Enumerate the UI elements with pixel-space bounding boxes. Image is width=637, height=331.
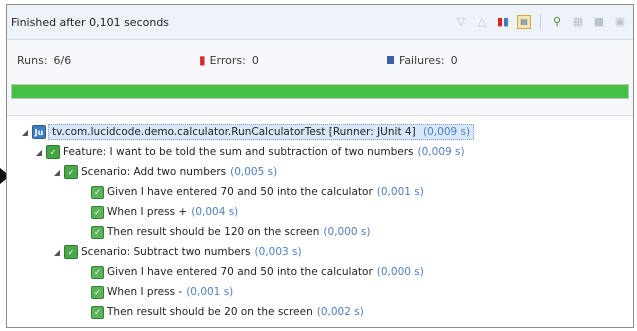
scenario-list: ◢ ✓ Scenario: Add two numbers (0,005 s) ✓ Giv… [7, 162, 633, 322]
collapse-toggle-icon[interactable]: ◢ [53, 168, 61, 177]
search-icon[interactable]: ⚲ [550, 15, 564, 29]
passed-scenario-icon: ✓ [64, 165, 78, 179]
progress-area [7, 80, 633, 99]
test-suite-icon: Ju [32, 125, 46, 139]
suite-time: (0,009 s) [423, 126, 471, 138]
passed-scenario-icon: ✓ [64, 245, 78, 259]
toolbar-icons: ▽ △ ▮ ▮ ▤ ⚲ ▦ ■ ▣ [454, 14, 627, 30]
step-label: When I press - [107, 286, 183, 298]
tree-node-step[interactable]: ✓ Then result should be 20 on the screen(… [7, 302, 633, 322]
passed-step-icon: ✓ [91, 285, 104, 299]
collapse-toggle-icon[interactable]: ◢ [35, 148, 43, 157]
failures-label: Failures: [399, 53, 445, 67]
errors-value: 0 [251, 53, 259, 67]
step-time: (0,000 s) [323, 226, 371, 238]
step-label: Given I have entered 70 and 50 into the … [107, 266, 373, 278]
passed-step-icon: ✓ [91, 205, 104, 219]
progress-spacer [7, 99, 633, 116]
scenario-time: (0,003 s) [254, 246, 302, 258]
tree-node-step[interactable]: ✓ When I press - (0,001 s) [7, 282, 633, 302]
passed-step-icon: ✓ [91, 265, 104, 279]
collapse-toggle-icon[interactable]: ◢ [53, 248, 61, 257]
runs-label: Runs: [17, 53, 48, 67]
tree-node-suite[interactable]: ◢ Ju tv.com.lucidcode.demo.calculator.Ru… [7, 122, 633, 142]
menu-icon[interactable]: ▣ [613, 15, 627, 29]
previous-failure-icon[interactable]: △ [475, 15, 489, 29]
tree-node-step[interactable]: ✓ When I press + (0,004 s) [7, 202, 633, 222]
passed-step-icon: ✓ [91, 225, 104, 239]
tree-node-scenario[interactable]: ◢ ✓ Scenario: Subtract two numbers (0,003 s… [7, 242, 633, 262]
tree-node-step[interactable]: ✓ Given I have entered 70 and 50 into the… [7, 182, 633, 202]
counters-row: Runs: 6/6 ▮ Errors: 0 Failures: 0 [7, 40, 633, 80]
error-icon: ▮ [199, 53, 206, 67]
tree-node-selection[interactable]: tv.com.lucidcode.demo.calculator.RunCalc… [48, 124, 475, 140]
failures-counter: Failures: 0 [387, 54, 458, 67]
runs-counter: Runs: 6/6 [17, 54, 199, 67]
scenario-time: (0,005 s) [230, 166, 278, 178]
scroll-lock-icon[interactable]: ▦ [571, 15, 585, 29]
show-failures-only-icon[interactable]: ▮ ▮ [496, 15, 510, 29]
passed-feature-icon: ✓ [46, 145, 60, 159]
step-time: (0,000 s) [376, 266, 424, 278]
step-label: When I press + [107, 206, 188, 218]
tree-node-feature[interactable]: ◢ ✓ Feature: I want to be told the sum a… [7, 142, 633, 162]
junit-toolbar: Finished after 0,101 seconds ▽ △ ▮ ▮ ▤ ⚲ … [7, 5, 633, 40]
junit-view: Finished after 0,101 seconds ▽ △ ▮ ▮ ▤ ⚲ … [6, 4, 634, 328]
passed-step-icon: ✓ [91, 305, 104, 319]
step-time: (0,002 s) [316, 306, 364, 318]
suite-label: tv.com.lucidcode.demo.calculator.RunCalc… [52, 126, 416, 138]
tree-node-step[interactable]: ✓ Then result should be 120 on the screen… [7, 222, 633, 242]
toolbar-separator [540, 14, 541, 30]
next-failure-icon[interactable]: ▽ [454, 15, 468, 29]
failure-icon [387, 56, 394, 64]
stop-icon[interactable]: ■ [592, 15, 606, 29]
scenario-label: Scenario: Subtract two numbers [81, 246, 251, 258]
step-time: (0,004 s) [191, 206, 239, 218]
step-label: Then result should be 120 on the screen [107, 226, 320, 238]
step-time: (0,001 s) [376, 186, 424, 198]
passed-step-icon: ✓ [91, 185, 104, 199]
progress-bar [11, 84, 629, 99]
step-label: Given I have entered 70 and 50 into the … [107, 186, 373, 198]
test-tree[interactable]: ◢ Ju tv.com.lucidcode.demo.calculator.Ru… [7, 116, 633, 322]
progress-bar-fill [12, 85, 628, 98]
tree-node-scenario[interactable]: ◢ ✓ Scenario: Add two numbers (0,005 s) [7, 162, 633, 182]
feature-time: (0,009 s) [417, 146, 465, 158]
run-status-text: Finished after 0,101 seconds [11, 15, 170, 29]
errors-counter: ▮ Errors: 0 [199, 53, 387, 67]
errors-label: Errors: [209, 53, 246, 67]
feature-label: Feature: I want to be told the sum and s… [63, 146, 414, 158]
failures-value: 0 [450, 53, 458, 67]
tree-node-step[interactable]: ✓ Given I have entered 70 and 50 into the… [7, 262, 633, 282]
history-icon[interactable]: ▤ [517, 15, 531, 29]
step-label: Then result should be 20 on the screen [107, 306, 313, 318]
collapse-toggle-icon[interactable]: ◢ [21, 128, 29, 137]
runs-value: 6/6 [53, 53, 72, 67]
scenario-label: Scenario: Add two numbers [81, 166, 227, 178]
step-time: (0,001 s) [186, 286, 234, 298]
